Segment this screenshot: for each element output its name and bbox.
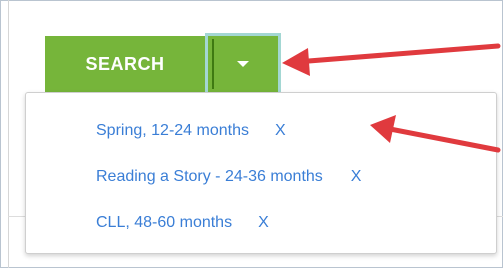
saved-search-item: Spring, 12-24 months X [96,119,286,143]
remove-saved-search-button[interactable]: X [275,122,286,140]
saved-search-item: Reading a Story - 24-36 months X [96,165,361,189]
saved-search-link[interactable]: Spring, 12-24 months [96,122,249,140]
saved-search-link[interactable]: Reading a Story - 24-36 months [96,168,323,186]
saved-search-item: CLL, 48-60 months X [96,211,269,235]
remove-saved-search-button[interactable]: X [258,214,269,232]
split-divider [212,39,214,89]
search-button[interactable]: SEARCH [45,36,205,92]
search-dropdown-toggle[interactable] [208,36,278,92]
search-split-button: SEARCH [45,33,281,95]
remove-saved-search-button[interactable]: X [351,168,362,186]
saved-search-link[interactable]: CLL, 48-60 months [96,214,232,232]
saved-searches-dropdown: Spring, 12-24 months X Reading a Story -… [25,92,497,254]
caret-down-icon [237,61,249,67]
search-dropdown-toggle-wrapper [205,33,281,95]
